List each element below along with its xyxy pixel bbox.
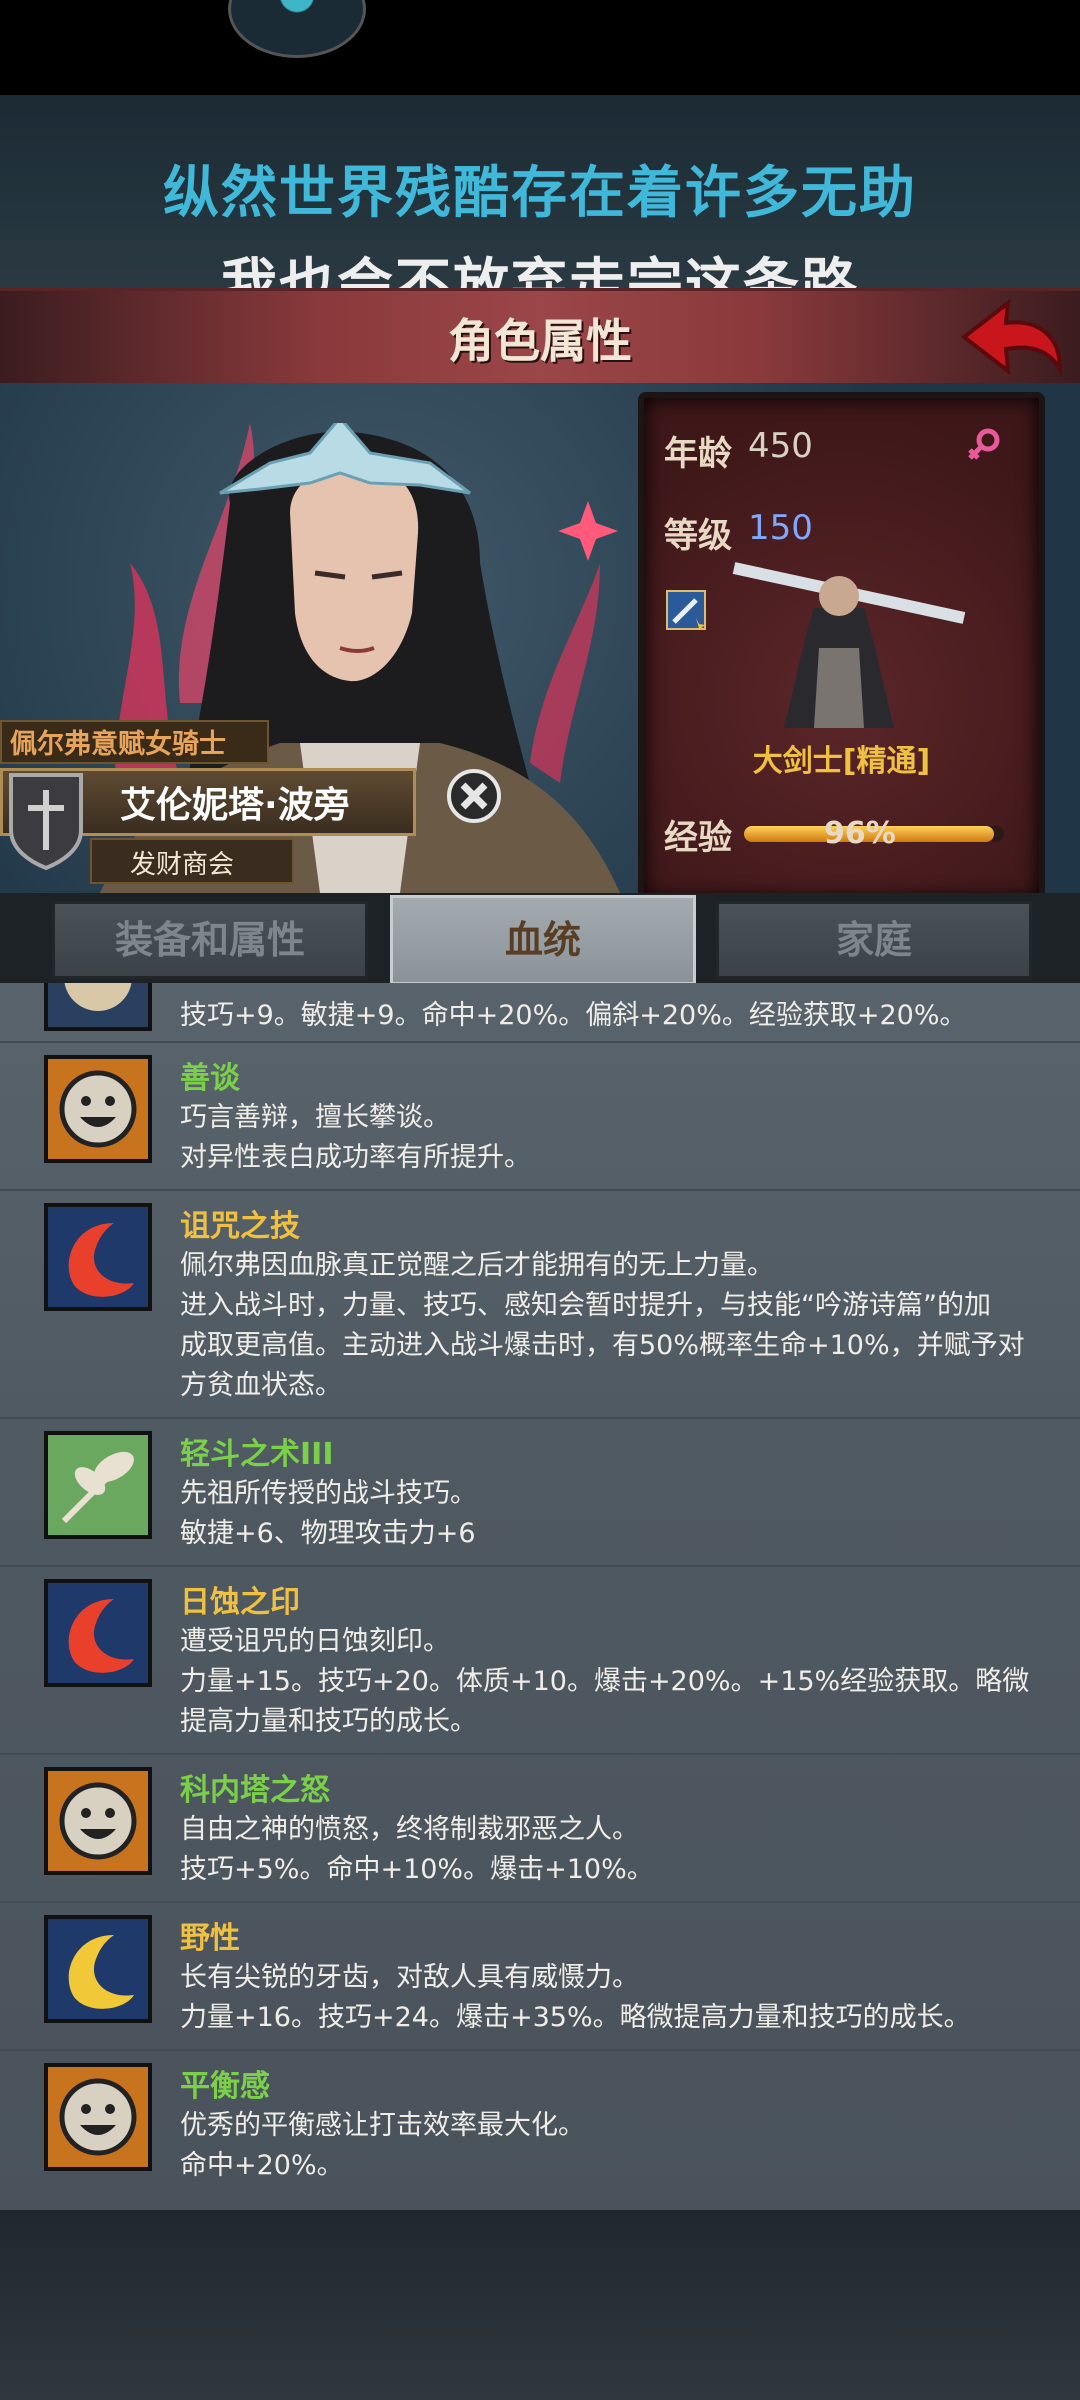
list-item[interactable]: 诅咒之技 佩尔弗因血脉真正觉醒之后才能拥有的无上力量。 进入战斗时，力量、技巧、…	[0, 1189, 1080, 1419]
exp-value: 96%	[824, 816, 896, 851]
trait-desc: 优秀的平衡感让打击效率最大化。	[180, 2110, 585, 2141]
trait-icon	[44, 983, 152, 1031]
exp-label: 经验	[664, 818, 732, 858]
character-nameplate: 佩尔弗意赋女骑士 艾伦妮塔·波旁 发财商会	[0, 720, 420, 888]
trait-desc: 自由之神的愤怒，终将制裁邪恶之人。	[180, 1814, 639, 1845]
level-value: 150	[748, 508, 813, 548]
trait-desc: 敏捷+6、物理攻击力+6	[180, 1518, 476, 1549]
character-name: 艾伦妮塔·波旁	[120, 785, 350, 826]
trait-name: 科内塔之怒	[180, 1773, 330, 1808]
smiley-face-icon	[44, 1767, 152, 1875]
red-crescent-icon	[44, 1579, 152, 1687]
list-item[interactable]: 科内塔之怒 自由之神的愤怒，终将制裁邪恶之人。 技巧+5%。命中+10%。爆击+…	[0, 1753, 1080, 1903]
trait-list[interactable]: 技巧+9。敏捷+9。命中+20%。偏斜+20%。经验获取+20%。 善谈 巧言善…	[0, 983, 1080, 2210]
trait-desc: 命中+20%。	[180, 2150, 344, 2181]
trait-desc: 技巧+5%。命中+10%。爆击+10%。	[180, 1854, 654, 1885]
trait-name: 平衡感	[180, 2069, 270, 2104]
trait-desc: 提高力量和技巧的成长。	[180, 1706, 477, 1737]
guild-shield-icon	[9, 773, 83, 870]
trait-desc: 先祖所传授的战斗技巧。	[180, 1478, 477, 1509]
trait-desc: 力量+16。技巧+24。爆击+35%。略微提高力量和技巧的成长。	[180, 2002, 971, 2033]
tab-family[interactable]: 家庭	[716, 901, 1032, 979]
trait-desc: 进入战斗时，力量、技巧、感知会暂时提升，与技能“吟游诗篇”的加	[180, 1290, 991, 1321]
trait-desc: 技巧+9。敏捷+9。命中+20%。偏斜+20%。经验获取+20%。	[180, 1000, 967, 1031]
level-label: 等级	[664, 516, 732, 556]
trait-desc: 方贫血状态。	[180, 1370, 342, 1401]
greatswordsman-figure	[732, 562, 966, 728]
tab-bloodline[interactable]: 血统	[390, 895, 696, 985]
stats-panel: 年龄 450 等级 150 大剑士[精通] 经验 96%	[638, 392, 1045, 904]
list-item[interactable]: 善谈 巧言善辩，擅长攀谈。 对异性表白成功率有所提升。	[0, 1041, 1080, 1191]
bottom-area	[0, 2210, 1080, 2400]
trait-desc: 成取更高值。主动进入战斗爆击时，有50%概率生命+10%，并赋予对	[180, 1330, 1025, 1361]
class-name: 大剑士[精通]	[752, 744, 931, 779]
slogan-line-1: 纵然世界残酷存在着许多无助	[163, 161, 917, 226]
trait-name: 野性	[180, 1921, 240, 1956]
guild-name: 发财商会	[130, 850, 235, 880]
list-item[interactable]: 轻斗之术III 先祖所传授的战斗技巧。 敏捷+6、物理攻击力+6	[0, 1417, 1080, 1567]
trait-desc: 对异性表白成功率有所提升。	[180, 1142, 531, 1173]
female-icon	[968, 428, 1000, 460]
trait-name: 诅咒之技	[180, 1209, 300, 1244]
trait-desc: 巧言善辩，擅长攀谈。	[180, 1102, 450, 1133]
trait-desc: 力量+15。技巧+20。体质+10。爆击+20%。+15%经验获取。略微	[180, 1666, 1030, 1697]
trait-desc: 长有尖锐的牙齿，对敌人具有威慑力。	[180, 1962, 639, 1993]
close-icon[interactable]	[446, 768, 502, 824]
sword-skill-icon[interactable]	[666, 590, 706, 630]
tab-bar: 装备和属性 血统 家庭	[0, 893, 1080, 985]
trait-desc: 佩尔弗因血脉真正觉醒之后才能拥有的无上力量。	[180, 1250, 774, 1281]
smiley-face-icon	[44, 1055, 152, 1163]
status-bar	[0, 0, 1080, 95]
list-item[interactable]: 平衡感 优秀的平衡感让打击效率最大化。 命中+20%。	[0, 2049, 1080, 2197]
trait-name: 日蚀之印	[180, 1585, 300, 1620]
trait-name: 善谈	[180, 1061, 240, 1096]
page-title: 角色属性	[448, 314, 632, 368]
trait-name: 轻斗之术III	[180, 1437, 334, 1472]
list-item[interactable]: 野性 长有尖锐的牙齿，对敌人具有威慑力。 力量+16。技巧+24。爆击+35%。…	[0, 1901, 1080, 2051]
character-title: 佩尔弗意赋女骑士	[10, 729, 226, 760]
red-crescent-icon	[44, 1203, 152, 1311]
list-item: 技巧+9。敏捷+9。命中+20%。偏斜+20%。经验获取+20%。	[0, 983, 1080, 1043]
smiley-face-icon	[44, 2063, 152, 2171]
avatar[interactable]	[228, 0, 366, 58]
age-label: 年龄	[664, 434, 732, 474]
back-arrow-icon[interactable]	[960, 297, 1064, 377]
yellow-crescent-icon	[44, 1915, 152, 2023]
age-value: 450	[748, 426, 813, 466]
tab-equipment[interactable]: 装备和属性	[52, 901, 368, 979]
leaf-icon	[44, 1431, 152, 1539]
list-item[interactable]: 日蚀之印 遭受诅咒的日蚀刻印。 力量+15。技巧+20。体质+10。爆击+20%…	[0, 1565, 1080, 1755]
trait-desc: 遭受诅咒的日蚀刻印。	[180, 1626, 450, 1657]
title-bar: 角色属性	[0, 288, 1080, 386]
